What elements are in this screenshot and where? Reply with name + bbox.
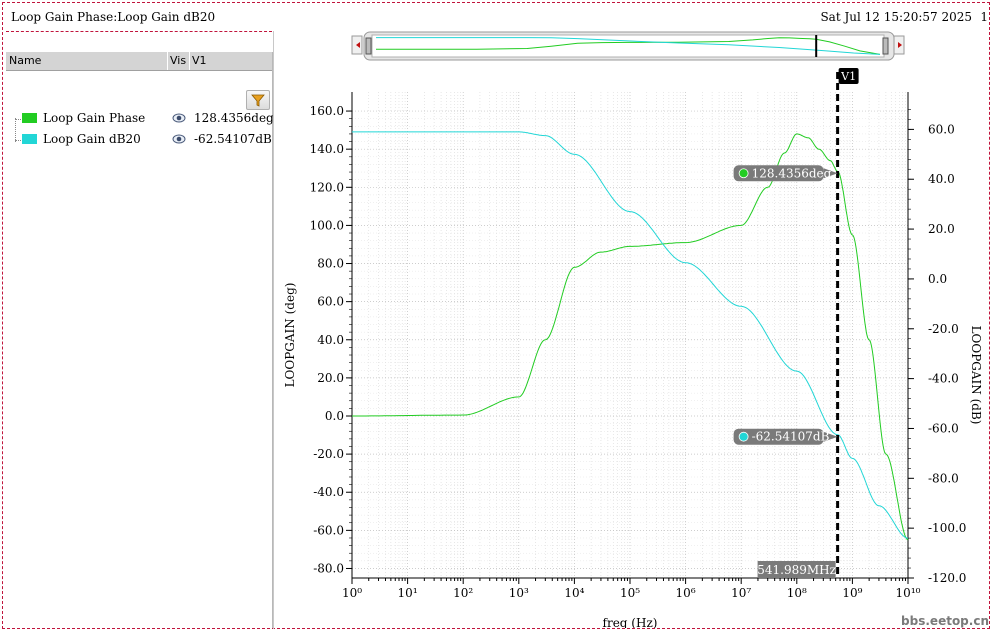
y-left-tick-label: 160.0	[310, 104, 344, 118]
x-tick-label: 10⁵	[620, 586, 640, 600]
y-right-tick-label: -100.0	[928, 521, 966, 535]
y-left-tick-label: 80.0	[317, 257, 344, 271]
x-tick-label: 10⁷	[731, 586, 751, 600]
y-left-tick-label: 60.0	[317, 295, 344, 309]
page-number: 1	[980, 10, 988, 24]
watermark: bbs.eetop.cn	[901, 614, 989, 628]
x-tick-label: 10⁴	[564, 586, 584, 600]
trace-color-swatch	[22, 113, 37, 123]
header-divider	[6, 31, 272, 33]
col-name[interactable]: Name	[9, 54, 41, 67]
y-right-tick-label: -40.0	[928, 372, 959, 386]
trace-row-phase[interactable]: Loop Gain Phase 128.4356deg	[6, 110, 274, 128]
trace-panel: Name Vis V1 Loop Gain Phase 128.4356deg …	[6, 52, 274, 628]
freq-readout-label: 541.989MHz	[757, 563, 836, 577]
y-axis-label-right: LOOPGAIN (dB)	[969, 326, 983, 425]
x-tick-label: 10⁸	[787, 586, 807, 600]
x-tick-label: 10⁹	[842, 586, 862, 600]
y-right-tick-label: -80.0	[928, 471, 959, 485]
filter-button[interactable]	[246, 90, 270, 110]
x-tick-label: 10³	[509, 586, 529, 600]
x-tick-label: 10⁶	[676, 586, 696, 600]
phase-marker-bubble-text: 128.4356deg	[752, 166, 832, 180]
y-right-tick-label: -120.0	[928, 571, 966, 585]
y-right-tick-label: 60.0	[928, 122, 955, 136]
col-v1[interactable]: V1	[192, 54, 207, 67]
y-left-tick-label: -80.0	[313, 561, 344, 575]
trace-marker-value: 128.4356deg	[194, 111, 274, 125]
y-right-tick-label: 0.0	[928, 272, 947, 286]
trace-marker-value: -62.54107dB	[194, 132, 272, 146]
trace-name: Loop Gain dB20	[43, 132, 141, 146]
gain-marker-bubble-dot	[738, 431, 749, 442]
y-axis-label-left: LOOPGAIN (deg)	[283, 283, 297, 388]
y-left-tick-label: 140.0	[310, 142, 344, 156]
y-left-tick-label: -40.0	[313, 485, 344, 499]
y-left-tick-label: 20.0	[317, 371, 344, 385]
trace-color-swatch	[22, 134, 37, 144]
plot-title: Loop Gain Phase:Loop Gain dB20	[11, 10, 216, 24]
y-right-tick-label: -20.0	[928, 322, 959, 336]
y-right-tick-label: 40.0	[928, 172, 955, 186]
col-vis[interactable]: Vis	[170, 54, 186, 67]
x-tick-label: 10²	[453, 586, 473, 600]
y-left-tick-label: -20.0	[313, 447, 344, 461]
y-left-tick-label: 100.0	[310, 218, 344, 232]
y-left-tick-label: 0.0	[325, 409, 344, 423]
y-left-tick-label: 40.0	[317, 333, 344, 347]
overview-handle-left[interactable]	[365, 37, 372, 55]
filter-icon	[251, 94, 265, 107]
y-left-tick-label: -60.0	[313, 523, 344, 537]
trace-row-gain[interactable]: Loop Gain dB20 -62.54107dB	[6, 131, 272, 149]
eye-icon[interactable]	[172, 133, 186, 145]
phase-marker-bubble-dot	[738, 168, 749, 179]
y-left-tick-label: 120.0	[310, 180, 344, 194]
x-tick-label: 10¹	[398, 586, 418, 600]
y-right-tick-label: 20.0	[928, 222, 955, 236]
x-tick-label: 10¹⁰	[896, 586, 921, 600]
trace-table-header: Name Vis V1	[6, 52, 272, 71]
trace-name: Loop Gain Phase	[43, 111, 146, 125]
x-axis-label: freq (Hz)	[603, 616, 658, 628]
plot-area[interactable]: 10⁰ 10¹ 10² 10³ 10⁴ 10⁵ 10⁶ 10⁷ 10⁸ 10⁹ 10¹⁰ 160.0 1…	[274, 28, 990, 628]
eye-icon[interactable]	[172, 112, 186, 124]
gain-marker-bubble-text: -62.54107dB	[752, 430, 830, 444]
plot-date: Sat Jul 12 15:20:57 2025	[820, 10, 972, 24]
marker-tag-label: V1	[840, 70, 856, 83]
y-right-tick-label: -60.0	[928, 421, 959, 435]
overview-handle-right[interactable]	[882, 37, 889, 55]
x-tick-label: 10⁰	[342, 586, 362, 600]
